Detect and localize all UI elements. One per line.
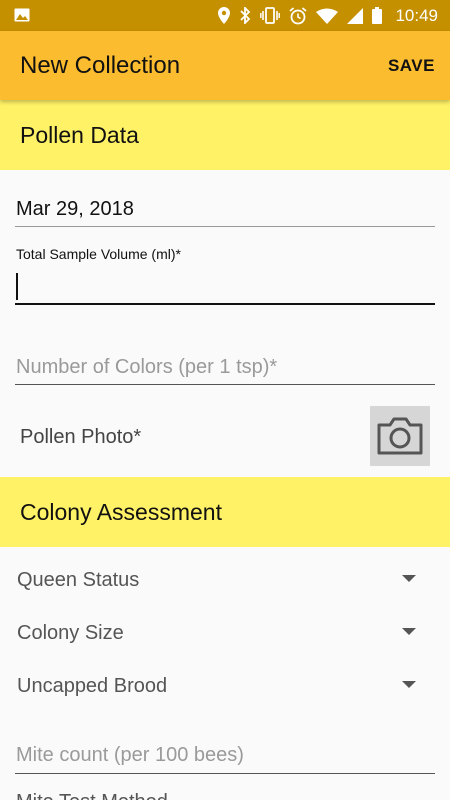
image-icon: [14, 8, 30, 22]
signal-icon: [347, 7, 364, 24]
mite-count-underline: [15, 773, 435, 774]
location-icon: [218, 7, 231, 24]
pollen-photo-label: Pollen Photo*: [20, 426, 142, 448]
sample-volume-label: Total Sample Volume (ml)*: [16, 246, 181, 262]
section-title: Pollen Data: [20, 122, 139, 148]
mite-test-method-label: Mite Test Method: [16, 791, 168, 800]
dropdown-arrow-icon: [402, 628, 416, 635]
uncapped-brood-dropdown[interactable]: Uncapped Brood: [0, 665, 450, 705]
save-button[interactable]: SAVE: [388, 56, 435, 76]
camera-icon: [377, 417, 423, 455]
date-field-underline: [15, 226, 435, 227]
status-time: 10:49: [395, 5, 438, 25]
text-cursor: [16, 273, 18, 300]
date-field[interactable]: Mar 29, 2018: [16, 198, 134, 221]
app-bar: New Collection SAVE: [0, 31, 450, 100]
dropdown-label: Queen Status: [17, 569, 140, 591]
wifi-icon: [316, 8, 339, 24]
section-title: Colony Assessment: [20, 499, 222, 525]
bluetooth-icon: [240, 7, 251, 24]
vibrate-icon: [260, 7, 281, 24]
queen-status-dropdown[interactable]: Queen Status: [0, 559, 450, 599]
page-title: New Collection: [20, 52, 181, 79]
camera-button[interactable]: [370, 406, 430, 466]
colony-assessment-header: Colony Assessment: [0, 477, 450, 547]
mite-count-input[interactable]: Mite count (per 100 bees): [16, 744, 244, 767]
colors-count-input[interactable]: Number of Colors (per 1 tsp)*: [16, 356, 277, 379]
status-bar: 10:49: [0, 0, 450, 31]
sample-volume-input[interactable]: [15, 303, 435, 305]
dropdown-label: Uncapped Brood: [17, 675, 168, 697]
colors-count-underline: [15, 384, 435, 385]
pollen-data-header: Pollen Data: [0, 100, 450, 170]
colony-size-dropdown[interactable]: Colony Size: [0, 612, 450, 652]
battery-icon: [372, 7, 383, 24]
dropdown-arrow-icon: [402, 681, 416, 688]
alarm-icon: [289, 6, 308, 24]
dropdown-label: Colony Size: [17, 622, 124, 644]
dropdown-arrow-icon: [402, 575, 416, 582]
